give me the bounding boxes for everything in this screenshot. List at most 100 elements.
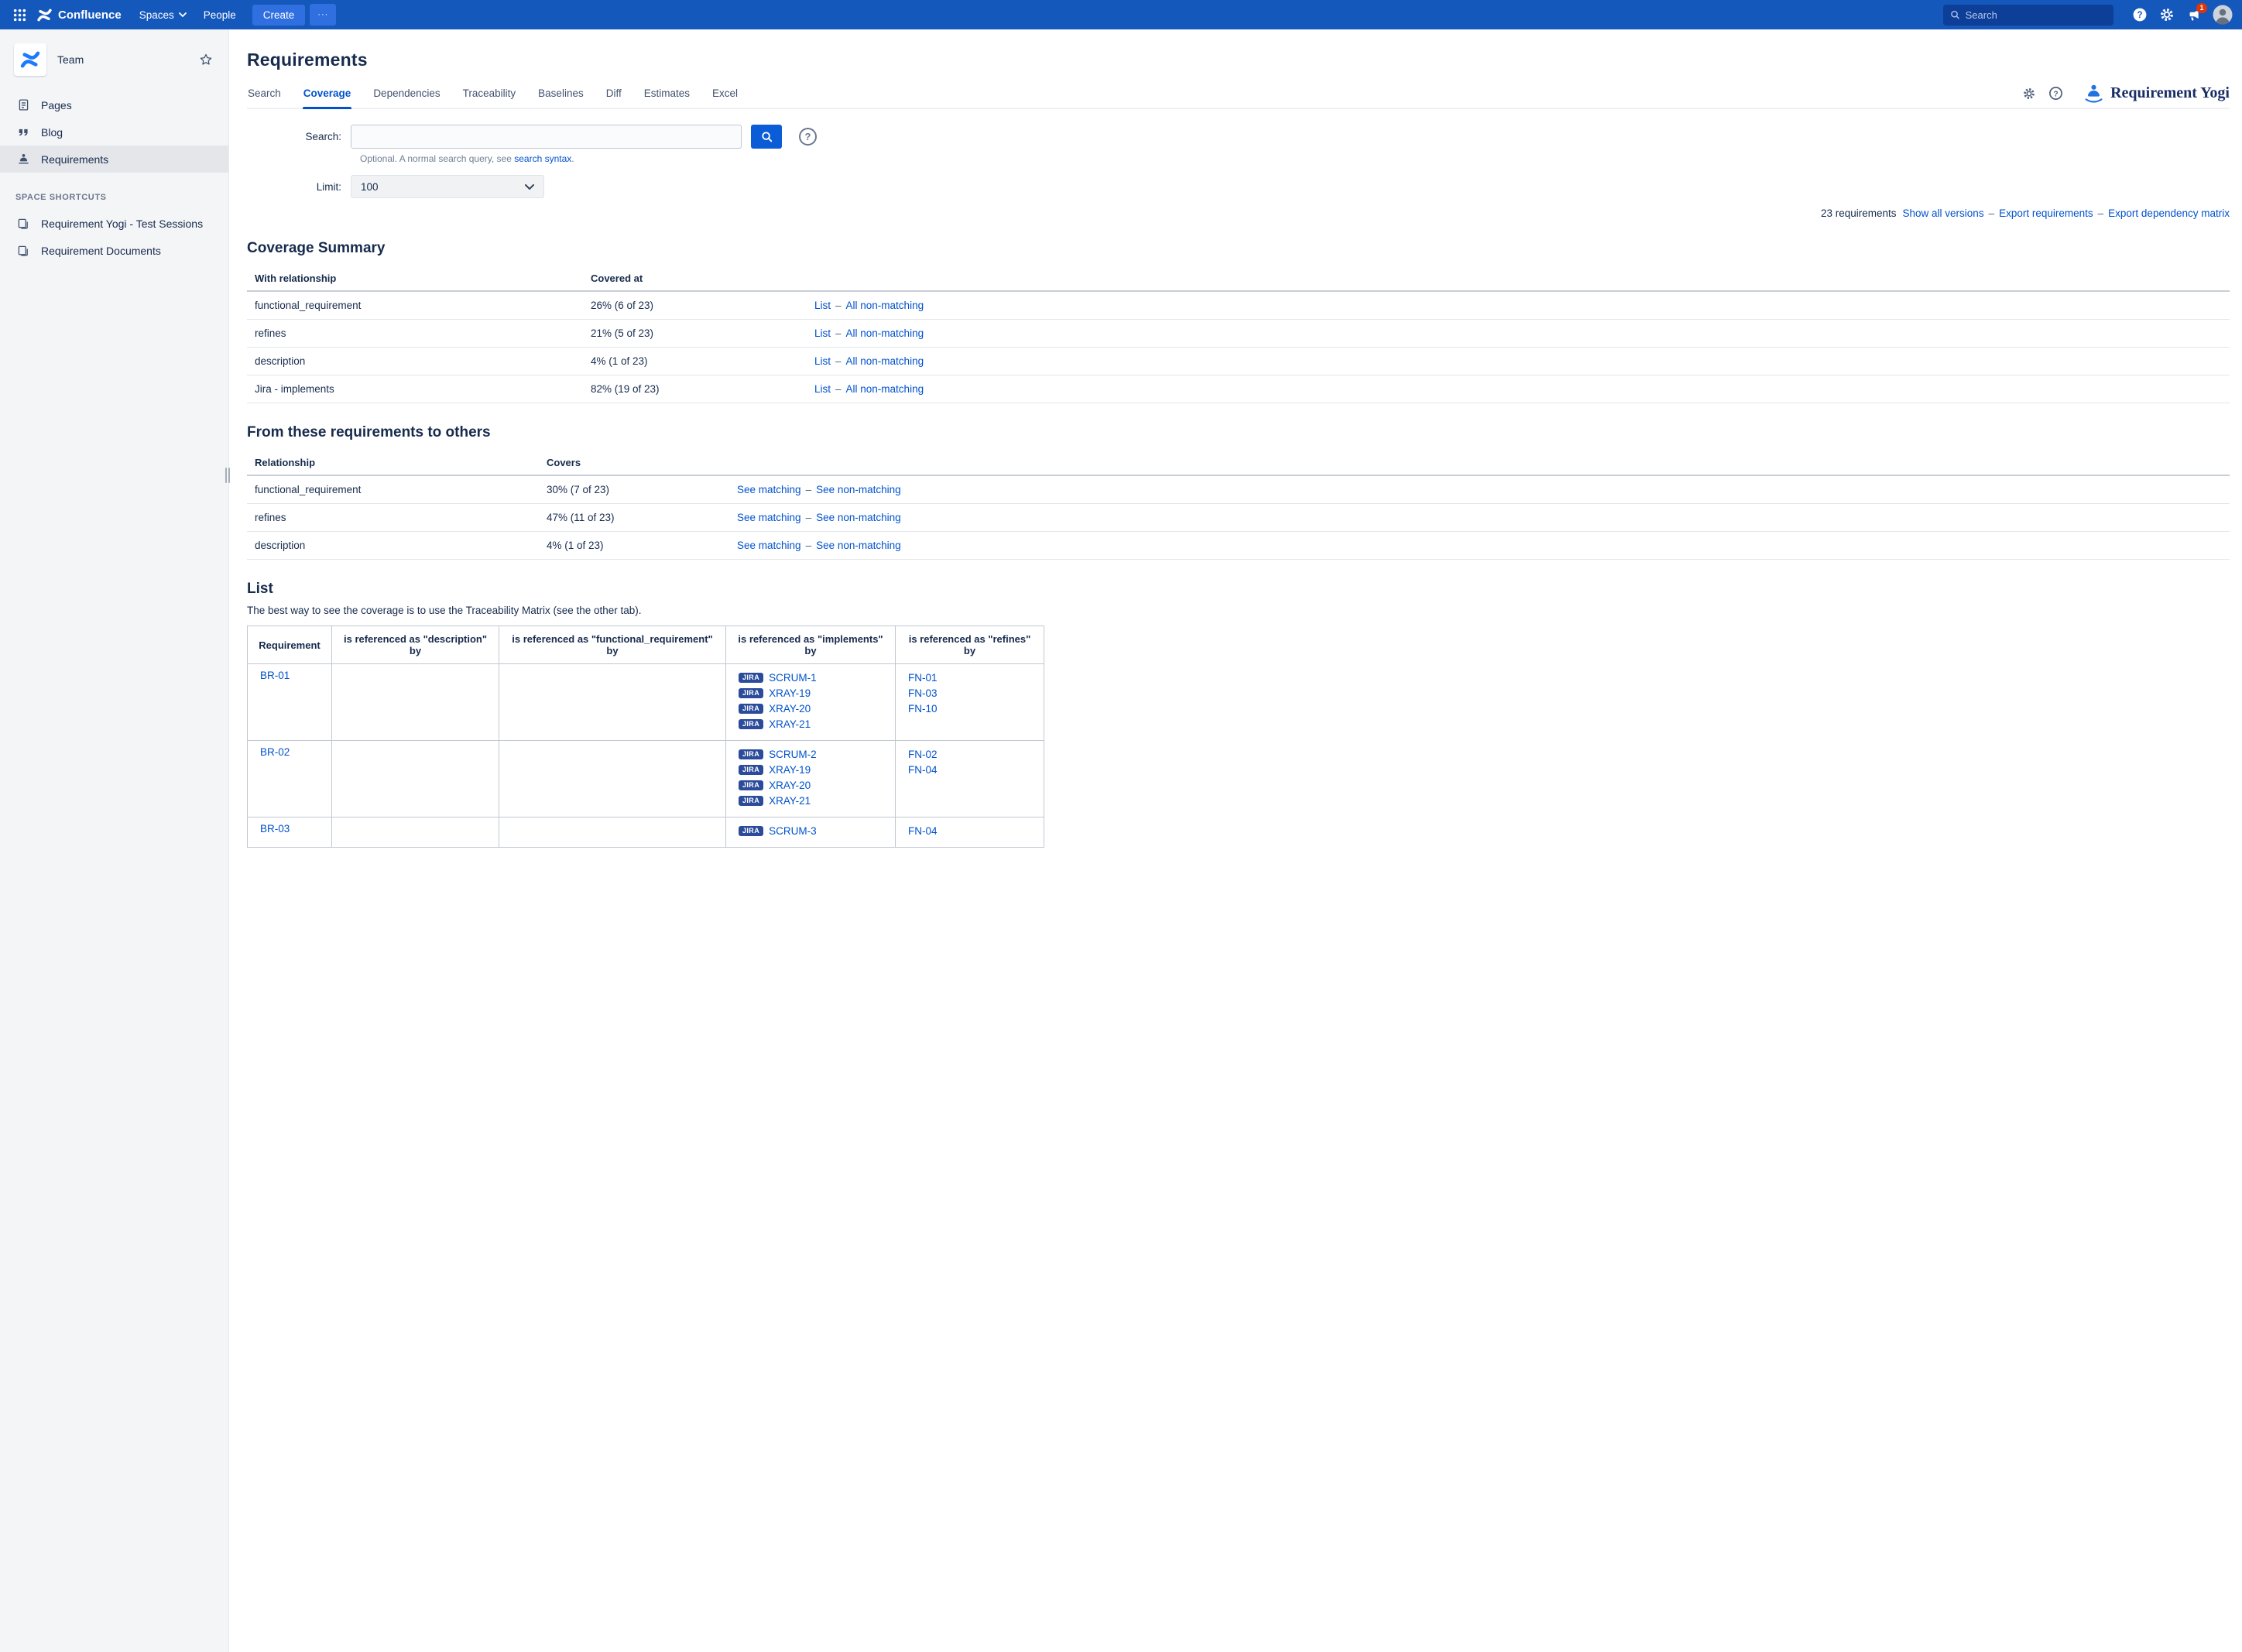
confluence-logo[interactable]: Confluence	[33, 7, 131, 23]
see-non-matching-link[interactable]: See non-matching	[816, 540, 901, 551]
sidebar-item-label: Requirements	[41, 153, 108, 166]
tab-estimates[interactable]: Estimates	[643, 81, 691, 108]
jira-issue-link[interactable]: XRAY-21	[769, 718, 811, 731]
sidebar-resize-handle[interactable]	[225, 468, 230, 483]
covered-cell: 82% (19 of 23)	[583, 375, 807, 403]
requirement-link[interactable]: FN-01	[908, 672, 938, 684]
requirement-link[interactable]: FN-10	[908, 703, 938, 715]
list-link[interactable]: List	[814, 355, 831, 367]
jira-badge: JIRA	[739, 796, 763, 806]
separator: –	[806, 540, 812, 551]
separator: –	[835, 383, 842, 395]
requirements-search-input[interactable]	[351, 125, 742, 149]
see-non-matching-link[interactable]: See non-matching	[816, 512, 901, 523]
export-dependency-matrix-link[interactable]: Export dependency matrix	[2108, 207, 2230, 219]
requirement-link[interactable]: FN-02	[908, 749, 938, 760]
table-header-row: Requirement is referenced as "descriptio…	[248, 626, 1044, 664]
tab-traceability[interactable]: Traceability	[462, 81, 517, 108]
page-help-icon[interactable]: ?	[2048, 86, 2063, 101]
top-navigation-bar: Confluence Spaces People Create ··· ?	[0, 0, 2242, 29]
export-requirements-link[interactable]: Export requirements	[1999, 207, 2093, 219]
star-icon[interactable]	[199, 53, 213, 67]
space-logo[interactable]	[14, 43, 46, 76]
requirement-link[interactable]: FN-03	[908, 687, 938, 699]
tab-baselines[interactable]: Baselines	[537, 81, 584, 108]
relationship-cell: functional_requirement	[247, 475, 539, 504]
create-button[interactable]: Create	[252, 5, 306, 26]
search-icon	[761, 131, 773, 142]
requirement-link[interactable]: BR-02	[260, 746, 290, 758]
jira-badge: JIRA	[739, 780, 763, 790]
tab-diff[interactable]: Diff	[605, 81, 622, 108]
list-link[interactable]: List	[814, 300, 831, 311]
global-search[interactable]	[1943, 5, 2113, 26]
sidebar-item-label: Blog	[41, 126, 63, 139]
tab-search[interactable]: Search	[247, 81, 282, 108]
see-non-matching-link[interactable]: See non-matching	[816, 484, 901, 495]
requirement-link[interactable]: FN-04	[908, 825, 938, 837]
tab-excel[interactable]: Excel	[711, 81, 739, 108]
chevron-down-icon	[525, 184, 534, 190]
sidebar-item-blog[interactable]: Blog	[0, 118, 228, 146]
page-settings-gear-icon[interactable]	[2022, 87, 2036, 101]
sidebar-shortcut-test-sessions[interactable]: Requirement Yogi - Test Sessions	[0, 210, 228, 237]
settings-gear-icon[interactable]	[2159, 7, 2175, 22]
see-matching-link[interactable]: See matching	[737, 540, 801, 551]
nav-spaces[interactable]: Spaces	[131, 0, 195, 29]
page-title: Requirements	[247, 50, 2230, 70]
empty-cell	[499, 664, 726, 741]
announcements-megaphone-icon[interactable]: 1	[2186, 8, 2201, 22]
jira-issue-link[interactable]: SCRUM-2	[769, 748, 817, 761]
all-non-matching-link[interactable]: All non-matching	[846, 383, 924, 395]
jira-issue-link[interactable]: XRAY-19	[769, 687, 811, 700]
jira-badge: JIRA	[739, 719, 763, 729]
nav-people[interactable]: People	[195, 0, 245, 29]
search-syntax-link[interactable]: search syntax	[514, 153, 571, 164]
implements-cell: JIRASCRUM-1 JIRAXRAY-19 JIRAXRAY-20 JIRA…	[726, 664, 896, 741]
jira-issue-link[interactable]: XRAY-20	[769, 779, 811, 792]
search-submit-button[interactable]	[751, 125, 782, 149]
sidebar-item-pages[interactable]: Pages	[0, 91, 228, 118]
limit-select[interactable]: 100	[351, 175, 544, 198]
more-button[interactable]: ···	[310, 4, 336, 26]
table-row: Jira - implements 82% (19 of 23) List–Al…	[247, 375, 2230, 403]
brand-name: Requirement Yogi	[2110, 84, 2230, 102]
jira-issue-link[interactable]: SCRUM-1	[769, 671, 817, 684]
see-matching-link[interactable]: See matching	[737, 484, 801, 495]
grid-icon	[13, 9, 26, 22]
sidebar-shortcut-requirement-documents[interactable]: Requirement Documents	[0, 237, 228, 264]
tab-dependencies[interactable]: Dependencies	[372, 81, 441, 108]
column-header: Requirement	[248, 626, 332, 664]
quote-icon	[15, 126, 31, 139]
requirement-link[interactable]: FN-04	[908, 764, 938, 776]
requirement-link[interactable]: BR-01	[260, 670, 290, 681]
list-link[interactable]: List	[814, 383, 831, 395]
app-switcher-icon[interactable]	[6, 4, 33, 26]
sidebar-item-requirements[interactable]: Requirements	[0, 146, 228, 173]
global-search-input[interactable]	[1966, 9, 2107, 21]
all-non-matching-link[interactable]: All non-matching	[846, 355, 924, 367]
empty-cell	[499, 741, 726, 817]
table-row: BR-02 JIRA SCRUM-2 JIRA XRAY-19 JIRA XRAY-2…	[248, 741, 1044, 817]
search-hint: Optional. A normal search query, see sea…	[360, 153, 2230, 164]
avatar[interactable]	[2213, 5, 2233, 25]
confluence-mark-icon	[36, 7, 53, 23]
relationship-cell: Jira - implements	[247, 375, 583, 403]
see-matching-link[interactable]: See matching	[737, 512, 801, 523]
all-non-matching-link[interactable]: All non-matching	[846, 327, 924, 339]
help-icon[interactable]: ?	[2132, 7, 2148, 22]
jira-issue-link[interactable]: XRAY-20	[769, 702, 811, 715]
jira-badge: JIRA	[739, 749, 763, 759]
tab-coverage[interactable]: Coverage	[303, 81, 352, 108]
limit-label: Limit:	[247, 181, 351, 193]
covers-cell: 47% (11 of 23)	[539, 504, 729, 532]
jira-issue-link[interactable]: SCRUM-3	[769, 824, 817, 838]
results-summary-line: 23 requirementsShow all versions–Export …	[247, 207, 2230, 219]
show-all-versions-link[interactable]: Show all versions	[1903, 207, 1984, 219]
requirement-link[interactable]: BR-03	[260, 823, 290, 835]
jira-issue-link[interactable]: XRAY-19	[769, 763, 811, 776]
jira-issue-link[interactable]: XRAY-21	[769, 794, 811, 807]
all-non-matching-link[interactable]: All non-matching	[846, 300, 924, 311]
list-link[interactable]: List	[814, 327, 831, 339]
search-help-icon[interactable]: ?	[799, 128, 817, 146]
